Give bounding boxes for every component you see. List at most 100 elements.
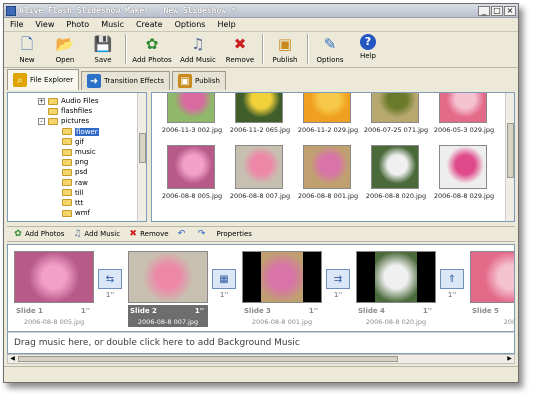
- storyboard[interactable]: Slide 1 1'' 2006-08-8 005.jpg Slide 2 1'' 200…: [7, 244, 515, 332]
- main-toolbar: 🗋 New 📂 Open 💾 Save ✿ Add Photos ♫ Add Music …: [4, 32, 518, 68]
- tree-folder-label: wmf: [75, 209, 91, 218]
- transition-duration: 1'': [333, 291, 343, 299]
- tab-transition-effects[interactable]: ➜ Transition Effects: [81, 71, 170, 90]
- slide-item[interactable]: Slide 2 1'' 2006-08-8 007.jpg: [126, 249, 210, 329]
- storyboard-scrollbar[interactable]: ◀ ▶: [7, 354, 515, 364]
- tree-folder-2[interactable]: - pictures: [38, 116, 99, 126]
- tree-folder-5[interactable]: music: [38, 147, 99, 157]
- options-button[interactable]: ✎ Options: [311, 34, 349, 64]
- storyboard-add-photos-button[interactable]: ✿ Add Photos: [13, 229, 64, 239]
- new-button[interactable]: 🗋 New: [8, 34, 46, 64]
- thumbnail-grid[interactable]: 2006-11-3 002.jpg 2006-11-2 065.jpg 2006-1…: [151, 92, 515, 222]
- tree-folder-6[interactable]: png: [38, 157, 99, 167]
- slide-item[interactable]: Slide 5 200: [468, 249, 515, 329]
- menu-options[interactable]: Options: [175, 20, 206, 29]
- photo-thumbnail[interactable]: 2006-11-3 002.jpg: [162, 93, 222, 141]
- tree-folder-3[interactable]: flower: [38, 127, 99, 137]
- add-music-button[interactable]: ♫ Add Music: [175, 34, 221, 64]
- minimize-button[interactable]: _: [478, 5, 490, 16]
- remove-button[interactable]: ✖ Remove: [221, 34, 259, 64]
- slide-item[interactable]: Slide 1 1'' 2006-08-8 005.jpg: [12, 249, 96, 329]
- photo-thumbnail[interactable]: 2006-05-3 029.jpg: [434, 93, 494, 141]
- tree-folder-11[interactable]: wmf: [38, 208, 99, 218]
- photo-thumbnail[interactable]: 2006-07-25 071.jpg: [364, 93, 428, 141]
- menu-music[interactable]: Music: [101, 20, 124, 29]
- slide-filename: 200: [503, 318, 515, 326]
- photo-thumbnail[interactable]: 2006-08-8 001.jpg: [298, 145, 358, 207]
- transition-item[interactable]: ⇉ 1'': [324, 269, 352, 303]
- grid-scroll-thumb[interactable]: [507, 123, 514, 178]
- menu-file[interactable]: File: [10, 20, 23, 29]
- tree-folder-1[interactable]: flashfiles: [38, 106, 99, 116]
- rotate-left-icon: ↶: [177, 229, 186, 239]
- tree-scrollbar[interactable]: [137, 93, 146, 221]
- storyboard-remove-button[interactable]: ✖ Remove: [128, 229, 168, 239]
- help-button[interactable]: ? Help: [349, 34, 387, 60]
- tree-folder-10[interactable]: ttt: [38, 198, 99, 208]
- slide-image: [470, 251, 514, 303]
- photo-image: [235, 93, 283, 123]
- save-button[interactable]: 💾 Save: [84, 34, 122, 64]
- tree-folder-9[interactable]: till: [38, 188, 99, 198]
- tab-strip: ⌕ File Explorer ➜ Transition Effects ▣ Publ…: [4, 68, 518, 90]
- photo-caption: 2006-08-8 001.jpg: [297, 192, 359, 200]
- help-icon: ?: [360, 34, 376, 50]
- open-button[interactable]: 📂 Open: [46, 34, 84, 64]
- close-button[interactable]: ×: [504, 5, 516, 16]
- status-bar: [4, 366, 518, 382]
- add-photos-button[interactable]: ✿ Add Photos: [129, 34, 175, 64]
- photo-image: [303, 145, 351, 189]
- folder-icon: [48, 117, 58, 125]
- photo-thumbnail[interactable]: 2006-08-8 029.jpg: [434, 145, 494, 207]
- storyboard-scroll-thumb[interactable]: [18, 356, 398, 362]
- collapse-icon[interactable]: -: [38, 117, 45, 125]
- tree-folder-4[interactable]: gif: [38, 137, 99, 147]
- folder-icon: [48, 97, 58, 105]
- photo-thumbnail[interactable]: 2006-08-8 007.jpg: [230, 145, 290, 207]
- photo-thumbnail[interactable]: 2006-11-2 065.jpg: [230, 93, 290, 141]
- slide-duration: 1'': [80, 307, 90, 315]
- tab-publish[interactable]: ▣ Publish: [171, 71, 226, 90]
- publish-button[interactable]: ▣ Publish: [266, 34, 304, 64]
- app-window: Alive Flash Slideshow Maker - New Slides…: [3, 3, 519, 383]
- maximize-button[interactable]: □: [491, 5, 503, 16]
- photo-thumbnail[interactable]: 2006-11-2 029.jpg: [298, 93, 358, 141]
- photo-thumbnail[interactable]: 2006-08-8 020.jpg: [366, 145, 426, 207]
- transition-item[interactable]: ▦ 1'': [210, 269, 238, 303]
- tree-folder-label: psd: [75, 168, 88, 177]
- photo-caption: 2006-11-2 065.jpg: [229, 126, 291, 134]
- photo-caption: 2006-08-8 007.jpg: [229, 192, 291, 200]
- tree-folder-0[interactable]: + Audio Files: [38, 96, 99, 106]
- tab-file-explorer[interactable]: ⌕ File Explorer: [7, 69, 80, 90]
- rotate-right-button[interactable]: ↷: [197, 229, 209, 239]
- scroll-left-arrow-icon[interactable]: ◀: [8, 355, 17, 363]
- menu-help[interactable]: Help: [217, 20, 235, 29]
- tree-folder-7[interactable]: psd: [38, 167, 99, 177]
- photo-caption: 2006-07-25 071.jpg: [363, 126, 429, 134]
- slide-duration: 1'': [194, 307, 204, 315]
- slide-name: Slide 3: [244, 307, 271, 315]
- background-music-track[interactable]: Drag music here, or double click here to…: [7, 332, 515, 354]
- slide-item[interactable]: Slide 4 1'' 2006-08-8 020.jpg: [354, 249, 438, 329]
- menu-view[interactable]: View: [35, 20, 54, 29]
- expand-icon[interactable]: +: [38, 97, 45, 105]
- rotate-left-button[interactable]: ↶: [177, 229, 189, 239]
- title-bar[interactable]: Alive Flash Slideshow Maker - New Slides…: [4, 4, 518, 18]
- scroll-right-arrow-icon[interactable]: ▶: [505, 355, 514, 363]
- properties-button[interactable]: Properties: [217, 230, 252, 238]
- add-photos-small-icon: ✿: [14, 229, 22, 239]
- tree-scroll-thumb[interactable]: [139, 133, 146, 163]
- tree-folder-label: pictures: [61, 117, 90, 126]
- file-browser: + Audio Files flashfiles - pictures flower gif…: [7, 92, 515, 222]
- menu-create[interactable]: Create: [136, 20, 163, 29]
- menu-photo[interactable]: Photo: [66, 20, 89, 29]
- folder-tree[interactable]: + Audio Files flashfiles - pictures flower gif…: [7, 92, 147, 222]
- photo-thumbnail[interactable]: 2006-08-8 005.jpg: [162, 145, 222, 207]
- grid-scrollbar[interactable]: [505, 93, 514, 221]
- transition-item[interactable]: ⇑ 1'': [438, 269, 466, 303]
- slide-item[interactable]: Slide 3 1'' 2006-08-8 001.jpg: [240, 249, 324, 329]
- tree-folder-8[interactable]: raw: [38, 178, 99, 188]
- transition-item[interactable]: ⇆ 1'': [96, 269, 124, 303]
- storyboard-add-music-button[interactable]: ♫ Add Music: [72, 229, 120, 239]
- publish-tab-icon: ▣: [177, 74, 192, 88]
